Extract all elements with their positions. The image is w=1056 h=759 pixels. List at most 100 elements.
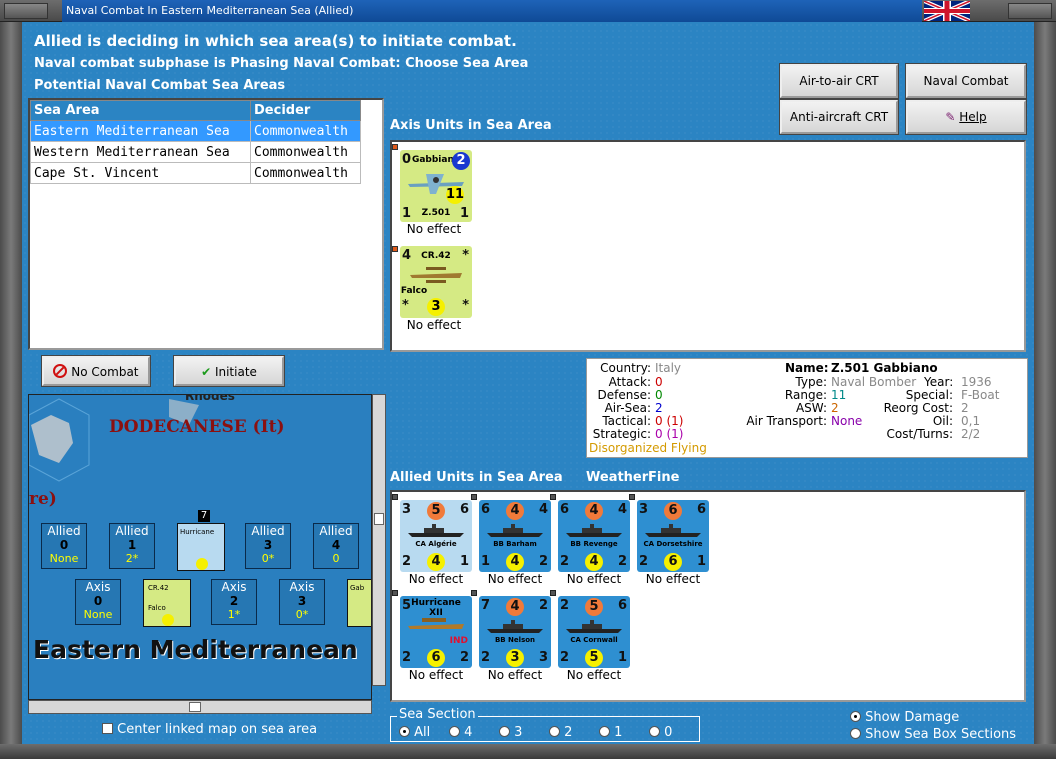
unit-marker xyxy=(471,590,477,596)
counter-circle: 4 xyxy=(427,553,445,571)
close-button[interactable] xyxy=(1008,3,1052,19)
counter-circle: 6 xyxy=(664,553,682,571)
counter-type: Falco xyxy=(400,286,428,296)
counter-value: 1 xyxy=(481,554,491,569)
table-row[interactable]: Cape St. Vincent Commonwealth xyxy=(30,162,361,184)
sea-section-4[interactable]: 4 xyxy=(449,725,472,740)
table-row[interactable]: Eastern Mediterranean Sea Commonwealth xyxy=(30,120,361,142)
axis-sea-box[interactable]: Axis 0 None xyxy=(75,579,121,625)
special-label: Special: xyxy=(905,388,953,402)
box-number: 3 xyxy=(297,594,307,608)
reorg-cost-label: Reorg Cost: xyxy=(883,401,953,415)
counter-value: 6 xyxy=(696,502,706,517)
unit-marker xyxy=(392,494,398,500)
allied-sea-box[interactable]: Allied 4 0 xyxy=(313,523,359,569)
menu-button[interactable] xyxy=(4,3,48,19)
box-sub: None xyxy=(49,552,79,565)
sea-area-cell: Cape St. Vincent xyxy=(30,162,251,184)
map-vertical-scrollbar[interactable] xyxy=(372,394,386,686)
show-sea-box-sections-option[interactable]: Show Sea Box Sections xyxy=(850,727,1016,742)
axis-sea-box[interactable]: Axis 3 0* xyxy=(279,579,325,625)
map-counter-gabbiano[interactable]: Gab xyxy=(347,579,371,627)
radio-button[interactable] xyxy=(549,726,560,737)
strategic-value: 0 (1) xyxy=(655,427,684,441)
allied-unit-counter[interactable]: 3 5 6 CA Algérie 2 4 1 xyxy=(400,500,472,572)
counter-value: 1 xyxy=(696,554,706,569)
table-row[interactable]: Western Mediterranean Sea Commonwealth xyxy=(30,141,361,163)
sea-area-cell: Western Mediterranean Sea xyxy=(30,141,251,163)
sea-section-0[interactable]: 0 xyxy=(649,725,672,740)
show-damage-option[interactable]: Show Damage xyxy=(850,710,959,725)
radio-button[interactable] xyxy=(449,726,460,737)
box-number: 2 xyxy=(229,594,239,608)
axis-air-counter-cr42[interactable]: 4 CR.42 * Falco * 3 * xyxy=(400,246,472,318)
allied-unit-counter[interactable]: 3 6 6 CA Dorsetshire 2 6 1 xyxy=(637,500,709,572)
allied-unit-counter[interactable]: 2 5 6 CA Cornwall 2 5 1 xyxy=(558,596,630,668)
allied-unit-counter[interactable]: 5 Hurricane XII IND 2 6 2 xyxy=(400,596,472,668)
sea-section-2[interactable]: 2 xyxy=(549,725,572,740)
counter-value: 3 xyxy=(639,502,649,517)
radio-button[interactable] xyxy=(850,711,861,722)
box-number: 3 xyxy=(263,538,273,552)
checkbox-box[interactable] xyxy=(102,723,113,734)
status-text: Disorganized Flying xyxy=(589,441,707,455)
anti-aircraft-crt-button[interactable]: Anti-aircraft CRT xyxy=(779,99,899,135)
naval-combat-chart-button[interactable]: Naval Combat Chart xyxy=(905,63,1027,118)
unit-marker xyxy=(550,494,556,500)
map-counter-cr42[interactable]: CR.42 Falco xyxy=(143,579,191,627)
radio-button[interactable] xyxy=(399,726,410,737)
sea-area-cell: Eastern Mediterranean Sea xyxy=(30,120,251,142)
initiate-combat-button[interactable]: ✔ Initiate Combat xyxy=(173,355,285,407)
sea-area-map[interactable]: Rhodes DODECANESE (It) re) Allied 0 None A… xyxy=(28,394,372,700)
effect-text: No effect xyxy=(487,668,543,682)
sea-section-all[interactable]: All xyxy=(399,725,430,740)
unit-marker xyxy=(471,494,477,500)
counter-circle: 5 xyxy=(585,649,603,667)
counter-value: 2 xyxy=(459,650,469,665)
axis-sea-box[interactable]: Axis 2 1* xyxy=(211,579,257,625)
counter-circle: 3 xyxy=(427,298,445,316)
counter-value: * xyxy=(462,298,469,313)
unit-marker xyxy=(550,590,556,596)
air-to-air-crt-button[interactable]: Air-to-air CRT xyxy=(779,63,899,99)
center-linked-checkbox[interactable]: Center linked map on sea area xyxy=(102,722,317,737)
unit-marker xyxy=(629,494,635,500)
option-label: 0 xyxy=(664,725,673,740)
help-button[interactable]: ✎ Help xyxy=(905,99,1027,135)
radio-button[interactable] xyxy=(499,726,510,737)
defense-label: Defense: xyxy=(597,388,651,402)
allied-unit-counter[interactable]: 7 4 2 BB Nelson 2 3 3 xyxy=(479,596,551,668)
strategic-label: Strategic: xyxy=(592,427,651,441)
allied-unit-counter[interactable]: 6 4 4 BB Revenge 2 4 2 xyxy=(558,500,630,572)
sea-section-3[interactable]: 3 xyxy=(499,725,522,740)
biplane-icon xyxy=(410,267,462,283)
effect-text: No effect xyxy=(406,222,462,236)
counter-name: CA Cornwall xyxy=(570,636,618,644)
potential-areas-label: Potential Naval Combat Sea Areas xyxy=(34,78,286,93)
scroll-thumb[interactable] xyxy=(374,513,384,525)
allied-sea-box[interactable]: Allied 1 2* xyxy=(109,523,155,569)
col-header-decider[interactable]: Decider xyxy=(250,100,361,121)
counter-value: 6 xyxy=(481,502,491,517)
axis-air-counter-gabbiano[interactable]: 0 Gabbiano 2 11 1 Z.501 1 xyxy=(400,150,472,222)
box-label: Allied xyxy=(47,524,81,538)
radio-button[interactable] xyxy=(599,726,610,737)
allied-unit-counter[interactable]: 6 4 4 BB Barham 1 4 2 xyxy=(479,500,551,572)
allied-sea-box[interactable]: Allied 0 None xyxy=(41,523,87,569)
asw-value: 2 xyxy=(831,401,839,415)
radio-button[interactable] xyxy=(850,728,861,739)
sea-section-1[interactable]: 1 xyxy=(599,725,622,740)
col-header-sea-area[interactable]: Sea Area xyxy=(30,100,251,121)
allied-sea-box[interactable]: Allied 3 0* xyxy=(245,523,291,569)
map-counter-hurricane[interactable]: 7 Hurricane xyxy=(177,510,225,571)
box-sub: 0 xyxy=(332,552,340,565)
map-horizontal-scrollbar[interactable] xyxy=(28,700,372,714)
box-number: 4 xyxy=(331,538,341,552)
subphase-text: Naval combat subphase is Phasing Naval C… xyxy=(34,56,529,71)
radio-button[interactable] xyxy=(649,726,660,737)
option-label: 2 xyxy=(564,725,573,740)
no-combat-button[interactable]: No Combat xyxy=(41,355,151,387)
union-jack-icon[interactable] xyxy=(924,1,970,21)
air-sea-label: Air-Sea: xyxy=(604,401,651,415)
scroll-thumb[interactable] xyxy=(189,702,201,712)
